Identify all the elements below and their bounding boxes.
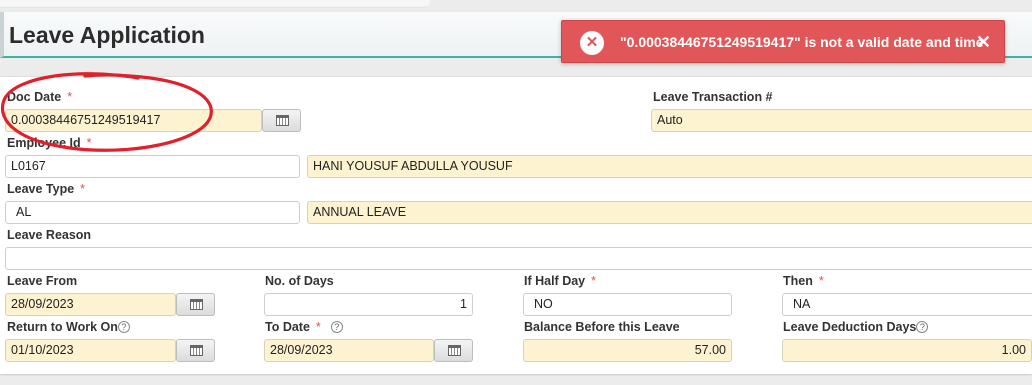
calendar-icon [276,115,289,126]
then-select[interactable]: NA [782,293,1032,316]
return-to-work-label-text: Return to Work On [7,320,118,334]
doc-date-calendar-button[interactable] [262,109,301,132]
leave-from-calendar-button[interactable] [176,293,215,316]
balance-before-field: 57.00 [523,339,732,362]
no-of-days-label: No. of Days [265,274,334,288]
if-half-day-label-text: If Half Day [524,274,586,288]
error-toast: ✕ "0.00038446751249519417" is not a vali… [561,20,1005,63]
employee-name-field: HANI YOUSUF ABDULLA YOUSUF [307,155,1032,178]
calendar-icon [448,345,461,356]
leave-type-label-text: Leave Type [7,182,75,196]
help-icon[interactable]: ? [330,321,343,333]
required-marker: * [80,182,86,196]
leave-reason-label: Leave Reason [7,228,92,242]
help-icon[interactable]: ? [916,321,929,333]
if-half-day-select[interactable]: NO [523,293,732,316]
leave-type-input[interactable]: AL [5,201,300,224]
then-label: Then * [783,274,824,288]
annotation-stroke [0,72,213,152]
leave-from-label: Leave From [7,274,78,288]
return-to-work-label: Return to Work On? [7,320,130,334]
calendar-icon [190,299,203,310]
to-date-input[interactable]: 28/09/2023 [264,339,434,362]
leave-type-description-field: ANNUAL LEAVE [307,201,1032,224]
leave-type-label: Leave Type * [7,182,85,196]
return-to-work-calendar-button[interactable] [176,339,215,362]
calendar-icon [190,345,203,356]
if-half-day-label: If Half Day * [524,274,596,288]
close-circle-icon: ✕ [580,31,604,55]
required-marker: * [818,274,824,288]
leave-deduction-label: Leave Deduction Days? [783,320,929,334]
return-to-work-input[interactable]: 01/10/2023 [5,339,176,362]
to-date-label: To Date *? [265,320,343,334]
to-date-label-text: To Date [265,320,310,334]
leave-transaction-input[interactable]: Auto [651,109,1032,132]
toast-close-button[interactable]: ✕ [976,32,991,53]
employee-id-input[interactable]: L0167 [5,155,300,178]
annotation-circle [0,72,213,152]
leave-from-input[interactable]: 28/09/2023 [5,293,176,316]
leave-transaction-label: Leave Transaction # [653,90,773,104]
toast-message: "0.00038446751249519417" is not a valid … [620,34,984,50]
page-title: Leave Application [9,22,205,48]
leave-deduction-label-text: Leave Deduction Days [783,320,917,334]
to-date-calendar-button[interactable] [434,339,473,362]
balance-before-label: Balance Before this Leave [524,320,680,334]
leave-reason-input[interactable] [5,247,1032,270]
then-label-text: Then [783,274,813,288]
leave-deduction-field: 1.00 [782,339,1032,362]
required-marker: * [315,320,321,334]
required-marker: * [591,274,597,288]
top-strip [0,0,430,8]
no-of-days-input[interactable]: 1 [264,293,473,316]
help-icon[interactable]: ? [117,321,130,333]
